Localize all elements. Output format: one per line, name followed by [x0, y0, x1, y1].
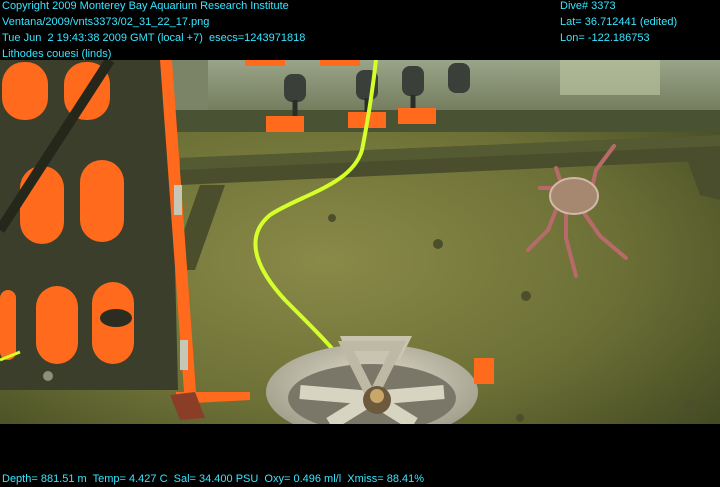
instrument-rack: [170, 60, 720, 132]
species-label: Lithodes couesi (linds): [2, 48, 112, 60]
dive-number: Dive# 3373: [560, 0, 616, 12]
copyright-line: Copyright 2009 Monterey Bay Aquarium Res…: [2, 0, 289, 12]
seafloor-image: [0, 60, 720, 424]
orange-marker: [474, 358, 494, 384]
filename-line: Ventana/2009/vnts3373/02_31_22_17.png: [2, 16, 210, 28]
seafloor-scene: [0, 60, 720, 424]
latitude-readout: Lat= 36.712441 (edited): [560, 16, 678, 28]
telemetry-line: Depth= 881.51 m Temp= 4.427 C Sal= 34.40…: [2, 473, 425, 485]
longitude-readout: Lon= -122.186753: [560, 32, 650, 44]
timestamp-line: Tue Jun 2 19:43:38 2009 GMT (local +7) e…: [2, 32, 306, 44]
